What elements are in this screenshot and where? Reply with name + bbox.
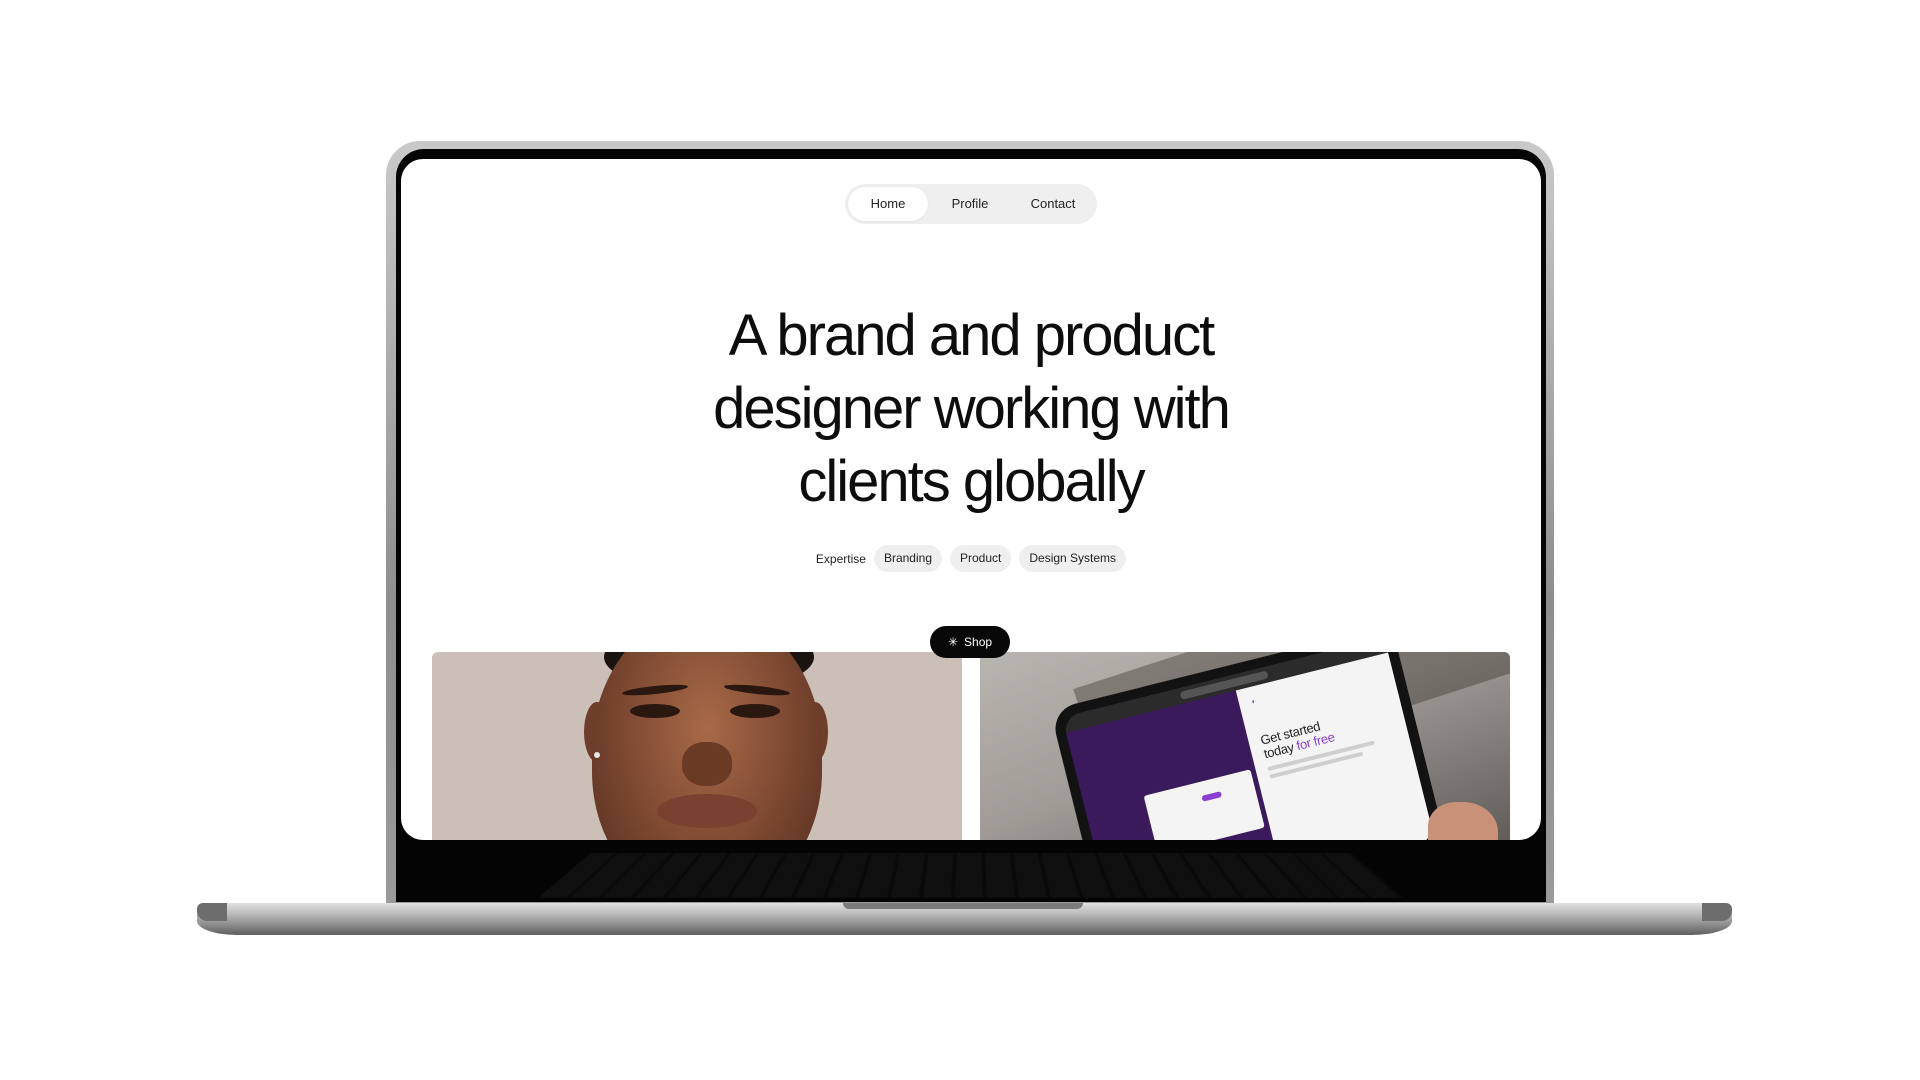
shop-button[interactable]: ✳ Shop bbox=[930, 626, 1010, 658]
portrait-lips bbox=[657, 794, 757, 828]
portrait-image-card[interactable] bbox=[432, 652, 962, 840]
nav-item-profile[interactable]: Profile bbox=[928, 187, 1012, 221]
expertise-label: Expertise bbox=[815, 551, 866, 566]
tag-design-systems[interactable]: Design Systems bbox=[1019, 545, 1127, 572]
asterisk-icon: ✳ bbox=[947, 635, 959, 649]
hero-headline-line: designer working with bbox=[713, 376, 1231, 441]
portrait-eye bbox=[730, 704, 780, 718]
tablet-ui-card bbox=[1143, 769, 1265, 840]
expertise-tags: Expertise Branding Product Design System… bbox=[401, 545, 1541, 572]
website-screen: Home Profile Contact A brand and product… bbox=[401, 159, 1541, 840]
portrait-earring bbox=[594, 752, 600, 758]
laptop-base-notch bbox=[843, 903, 1083, 909]
hero-headline-line: clients globally bbox=[798, 449, 1145, 514]
tablet-logo-icon: ◖ bbox=[1250, 698, 1257, 707]
tag-branding[interactable]: Branding bbox=[873, 545, 942, 572]
shop-button-label: Shop bbox=[964, 635, 993, 649]
nav-pill: Home Profile Contact bbox=[845, 184, 1097, 224]
tablet-image-card[interactable]: ◖ Get started today for free bbox=[980, 652, 1510, 840]
nav-item-contact[interactable]: Contact bbox=[1012, 187, 1094, 221]
nav-item-home[interactable]: Home bbox=[848, 187, 928, 221]
hero-headline: A brand and product designer working wit… bbox=[401, 299, 1541, 518]
hero-headline-line: A brand and product bbox=[728, 303, 1215, 368]
keyboard-reflection bbox=[396, 842, 1546, 902]
portrait-eye bbox=[630, 704, 680, 718]
portrait-nose bbox=[682, 742, 732, 786]
tag-product[interactable]: Product bbox=[950, 545, 1012, 572]
